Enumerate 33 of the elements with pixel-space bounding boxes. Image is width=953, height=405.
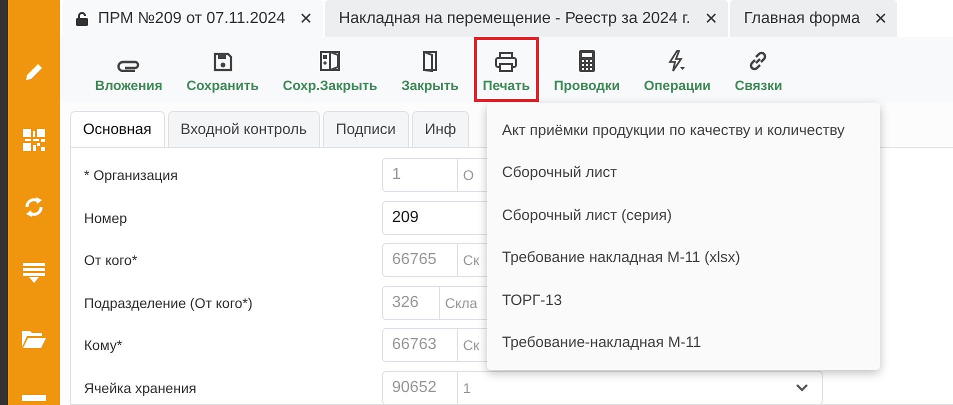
tab-title: ПРМ №209 от 07.11.2024 [98,10,286,28]
toolbar-button[interactable]: Связки [726,37,792,102]
document-tab[interactable]: Накладная на перемещение - Реестр за 2024 г. ✕ [324,0,728,37]
document-tab[interactable]: Главная форма ✕ [730,0,898,37]
toolbar-button[interactable]: Сохранить [177,37,268,102]
toolbar-button[interactable]: Проводки [544,37,629,102]
toolbar-button[interactable]: Печать [474,37,539,102]
field-label: От кого* [84,252,138,268]
field-label: Подразделение (От кого*) [84,294,254,311]
toolbar-button[interactable]: Вложения [86,37,172,102]
close-button[interactable]: ✕ [295,9,313,28]
tab-title: Накладная на перемещение - Реестр за 2024 г. [338,10,690,28]
form-tab[interactable]: Входной контроль [168,111,320,147]
menu-item[interactable]: ТОРГ-13 [487,279,880,322]
form-tab[interactable]: Инф [412,111,470,147]
toolbar-button[interactable]: Операции [634,37,720,102]
menu-item[interactable]: Сборочный лист [487,152,880,194]
toolbar-button[interactable]: Закрыть [392,37,468,102]
form-tab[interactable]: Подписи [322,111,409,147]
field-label: Ячейка хранения [84,380,198,396]
tab-title: Главная форма [744,10,860,28]
menu-item[interactable]: Сборочный лист (серия) [487,194,880,236]
document-tab[interactable]: ПРМ №209 от 07.11.2024 ✕ [62,0,323,37]
close-button[interactable]: ✕ [700,9,718,28]
field-label: Кому* [84,337,124,354]
field-label: Номер [84,210,128,226]
form-tab[interactable]: Основная [70,111,165,147]
menu-item[interactable]: Требование накладная М-11 (xlsx) [487,236,880,279]
field-label: * Организация [84,167,179,184]
close-button[interactable]: ✕ [870,9,888,28]
menu-item[interactable]: Акт приёмки продукции по качеству и количеству [487,109,880,152]
toolbar-button[interactable]: Сохр.Закрыть [274,37,386,102]
menu-item[interactable]: Требование-накладная М-11 [487,322,880,364]
